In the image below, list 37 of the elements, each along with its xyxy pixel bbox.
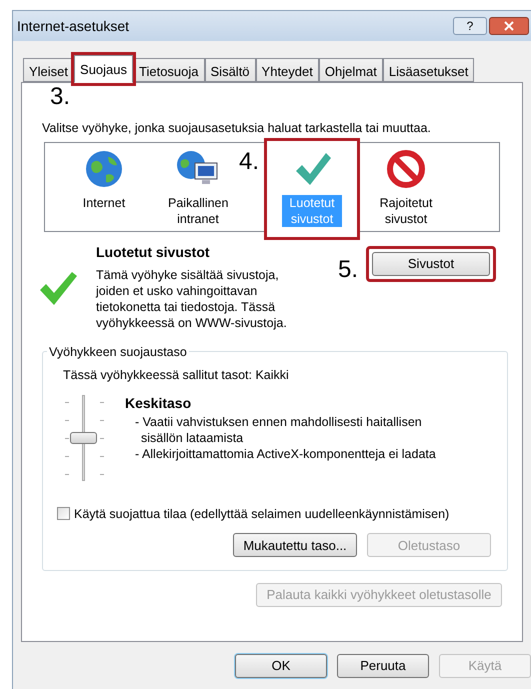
- tab[interactable]: Tietosuoja: [133, 58, 205, 82]
- level-slider[interactable]: [63, 392, 103, 482]
- zone-description: Tämä vyöhyke sisältää sivustoja, joiden et usko vahingoittavan tietokonetta tai tiedostoja. Tässä vyöhykkeessä on WWW-sivustoja.: [96, 266, 288, 331]
- slider-thumb[interactable]: [70, 432, 97, 444]
- globe-icon: [84, 148, 124, 189]
- step-number: 4.: [239, 148, 260, 177]
- zone-title: Luotetut sivustot: [96, 242, 211, 262]
- level-name: Keskitaso: [125, 394, 192, 412]
- zone-label: Rajoitetut sivustot: [378, 194, 434, 227]
- level-button[interactable]: Mukautettu taso...: [233, 533, 357, 558]
- tab[interactable]: Lisäasetukset: [382, 58, 474, 82]
- zone-item[interactable]: Rajoitetut sivustot: [361, 140, 452, 237]
- window-title: Internet-asetukset: [17, 16, 130, 36]
- tab[interactable]: Yhteydet: [256, 58, 319, 82]
- help-button[interactable]: ?: [453, 17, 487, 35]
- zone-item[interactable]: Internet: [59, 140, 149, 237]
- tab[interactable]: Sisältö: [204, 58, 256, 82]
- step-number: 3.: [50, 82, 70, 112]
- tab[interactable]: Suojaus: [74, 55, 134, 83]
- tab[interactable]: Ohjelmat: [318, 58, 383, 82]
- checkbox-label: Käytä suojattua tilaa (edellyttää selaimen uudelleenkäynnistämisen): [74, 506, 450, 523]
- allowed-levels-text: Tässä vyöhykkeessä sallitut tasot: Kaikki: [63, 366, 290, 384]
- dialog-button[interactable]: Peruuta: [337, 654, 429, 678]
- close-button[interactable]: [489, 17, 529, 35]
- level-description: - Vaatii vahvistuksen ennen mahdollisesti haitallisen sisällön lataamista: [134, 414, 423, 446]
- step-number: 5.: [338, 256, 358, 284]
- checkmark-icon: [38, 270, 78, 306]
- zone-label: Internet: [82, 194, 126, 211]
- checkbox[interactable]: [57, 507, 70, 520]
- sites-button[interactable]: Sivustot: [372, 252, 490, 276]
- zone-label: Luotetut sivustot: [282, 194, 342, 227]
- zone-label: Paikallinen intranet: [168, 194, 228, 227]
- close-icon: [504, 21, 514, 31]
- instruction-text: Valitse vyöhyke, jonka suojausasetuksia haluat tarkastella tai muuttaa.: [42, 120, 432, 137]
- no-entry-icon: [386, 148, 426, 189]
- dialog-button[interactable]: OK: [235, 654, 327, 678]
- level-description: - Allekirjoittamattomia ActiveX-komponentteja ei ladata: [134, 446, 437, 462]
